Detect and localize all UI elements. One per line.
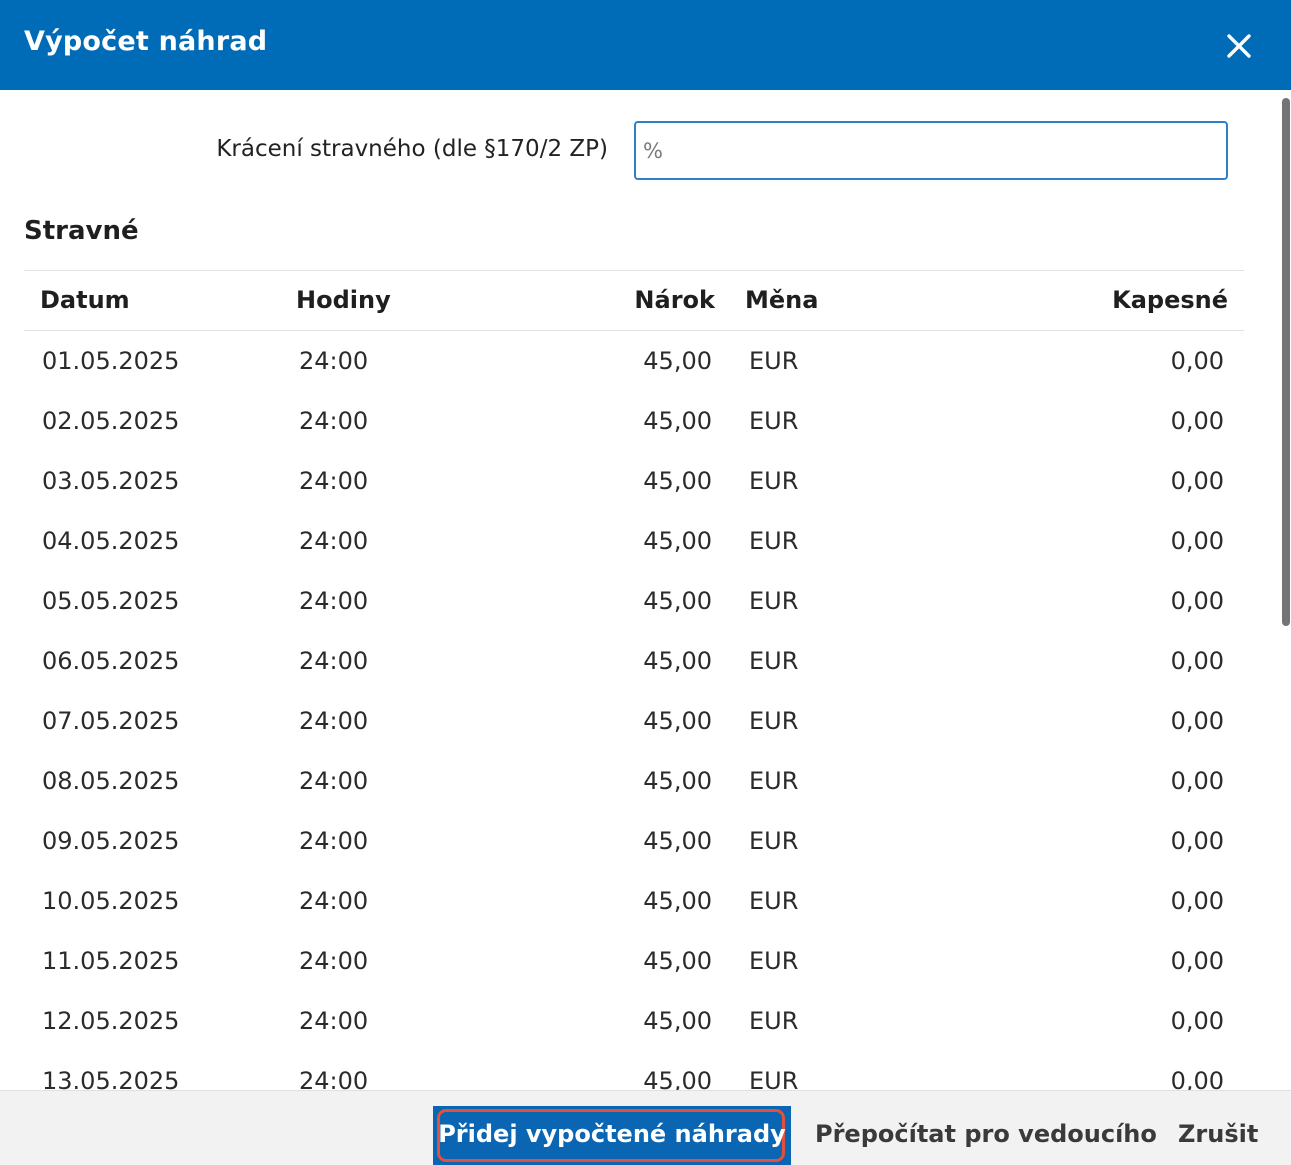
cell-narok: 45,00 [643, 767, 712, 795]
cell-hodiny: 24:00 [299, 647, 369, 675]
dialog-title: Výpočet náhrad [24, 26, 268, 57]
allowance-table-body: 01.05.2025 24:00 45,00 EUR 0,00 02.05.20… [0, 333, 1280, 1090]
cell-narok: 45,00 [643, 527, 712, 555]
cell-mena: EUR [749, 827, 799, 855]
column-header-datum: Datum [40, 286, 130, 314]
table-row: 13.05.2025 24:00 45,00 EUR 0,00 [0, 1053, 1280, 1090]
cell-datum: 08.05.2025 [42, 767, 180, 795]
cell-narok: 45,00 [643, 947, 712, 975]
table-row: 04.05.2025 24:00 45,00 EUR 0,00 [0, 513, 1280, 573]
cell-kapesne: 0,00 [1170, 707, 1224, 735]
cell-datum: 07.05.2025 [42, 707, 180, 735]
cell-narok: 45,00 [643, 347, 712, 375]
cell-mena: EUR [749, 947, 799, 975]
cell-hodiny: 24:00 [299, 947, 369, 975]
cell-datum: 11.05.2025 [42, 947, 180, 975]
cell-kapesne: 0,00 [1170, 347, 1224, 375]
cell-narok: 45,00 [643, 827, 712, 855]
cell-narok: 45,00 [643, 407, 712, 435]
table-row: 09.05.2025 24:00 45,00 EUR 0,00 [0, 813, 1280, 873]
cell-mena: EUR [749, 527, 799, 555]
cell-hodiny: 24:00 [299, 407, 369, 435]
add-calculated-allowances-label: Přidej vypočtené náhrady [438, 1120, 786, 1148]
cell-hodiny: 24:00 [299, 827, 369, 855]
cell-datum: 09.05.2025 [42, 827, 180, 855]
close-icon-glyph [1227, 34, 1251, 58]
cell-kapesne: 0,00 [1170, 887, 1224, 915]
cell-hodiny: 24:00 [299, 347, 369, 375]
cell-mena: EUR [749, 347, 799, 375]
cell-narok: 45,00 [643, 707, 712, 735]
cell-mena: EUR [749, 1067, 799, 1090]
cell-mena: EUR [749, 767, 799, 795]
cell-narok: 45,00 [643, 887, 712, 915]
cell-mena: EUR [749, 707, 799, 735]
cell-kapesne: 0,00 [1170, 587, 1224, 615]
cell-kapesne: 0,00 [1170, 407, 1224, 435]
cell-hodiny: 24:00 [299, 587, 369, 615]
cell-kapesne: 0,00 [1170, 1007, 1224, 1035]
scrollbar-thumb[interactable] [1282, 98, 1290, 626]
cell-hodiny: 24:00 [299, 467, 369, 495]
cell-datum: 12.05.2025 [42, 1007, 180, 1035]
cell-narok: 45,00 [643, 467, 712, 495]
cell-datum: 13.05.2025 [42, 1067, 180, 1090]
cell-kapesne: 0,00 [1170, 467, 1224, 495]
cell-datum: 02.05.2025 [42, 407, 180, 435]
reduction-percent-input[interactable] [634, 121, 1228, 180]
reduction-label: Krácení stravného (dle §170/2 ZP) [216, 136, 608, 162]
table-row: 01.05.2025 24:00 45,00 EUR 0,00 [0, 333, 1280, 393]
cell-datum: 05.05.2025 [42, 587, 180, 615]
table-top-divider [24, 270, 1244, 271]
cell-mena: EUR [749, 647, 799, 675]
table-row: 08.05.2025 24:00 45,00 EUR 0,00 [0, 753, 1280, 813]
cell-kapesne: 0,00 [1170, 767, 1224, 795]
close-icon[interactable] [1219, 26, 1259, 66]
cell-narok: 45,00 [643, 1067, 712, 1090]
cell-mena: EUR [749, 1007, 799, 1035]
section-title-stravne: Stravné [24, 216, 139, 246]
table-row: 05.05.2025 24:00 45,00 EUR 0,00 [0, 573, 1280, 633]
cell-mena: EUR [749, 407, 799, 435]
column-header-narok: Nárok [634, 286, 715, 314]
cell-hodiny: 24:00 [299, 887, 369, 915]
cell-narok: 45,00 [643, 587, 712, 615]
cell-kapesne: 0,00 [1170, 647, 1224, 675]
cell-hodiny: 24:00 [299, 1067, 369, 1090]
table-row: 03.05.2025 24:00 45,00 EUR 0,00 [0, 453, 1280, 513]
cell-mena: EUR [749, 887, 799, 915]
column-header-mena: Měna [745, 286, 819, 314]
table-row: 02.05.2025 24:00 45,00 EUR 0,00 [0, 393, 1280, 453]
table-row: 07.05.2025 24:00 45,00 EUR 0,00 [0, 693, 1280, 753]
column-header-hodiny: Hodiny [296, 286, 391, 314]
cell-mena: EUR [749, 587, 799, 615]
table-row: 12.05.2025 24:00 45,00 EUR 0,00 [0, 993, 1280, 1053]
cell-kapesne: 0,00 [1170, 1067, 1224, 1090]
table-row: 11.05.2025 24:00 45,00 EUR 0,00 [0, 933, 1280, 993]
cell-kapesne: 0,00 [1170, 827, 1224, 855]
cell-narok: 45,00 [643, 647, 712, 675]
table-header-divider [24, 330, 1244, 331]
cell-kapesne: 0,00 [1170, 947, 1224, 975]
cell-datum: 04.05.2025 [42, 527, 180, 555]
cell-hodiny: 24:00 [299, 527, 369, 555]
dialog-header: Výpočet náhrad [0, 0, 1291, 90]
cell-hodiny: 24:00 [299, 1007, 369, 1035]
cell-datum: 03.05.2025 [42, 467, 180, 495]
table-row: 06.05.2025 24:00 45,00 EUR 0,00 [0, 633, 1280, 693]
cell-datum: 10.05.2025 [42, 887, 180, 915]
cell-datum: 01.05.2025 [42, 347, 180, 375]
add-calculated-allowances-button[interactable]: Přidej vypočtené náhrady [433, 1106, 791, 1165]
recalculate-for-manager-button[interactable]: Přepočítat pro vedoucího [815, 1120, 1157, 1148]
column-header-kapesne: Kapesné [1112, 286, 1228, 314]
table-row: 10.05.2025 24:00 45,00 EUR 0,00 [0, 873, 1280, 933]
cell-hodiny: 24:00 [299, 707, 369, 735]
cell-mena: EUR [749, 467, 799, 495]
cancel-button[interactable]: Zrušit [1178, 1120, 1258, 1148]
cell-datum: 06.05.2025 [42, 647, 180, 675]
cell-hodiny: 24:00 [299, 767, 369, 795]
cell-kapesne: 0,00 [1170, 527, 1224, 555]
cell-narok: 45,00 [643, 1007, 712, 1035]
